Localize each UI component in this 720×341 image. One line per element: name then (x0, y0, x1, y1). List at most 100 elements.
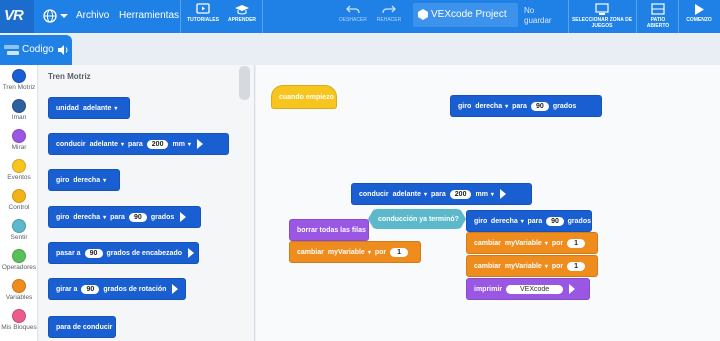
unit-dropdown[interactable]: mm (475, 191, 493, 198)
select-playground-button[interactable]: SELECCIONAR ZONA DE JUEGOS (570, 3, 634, 31)
vexcode-vr-app: VR Archivo Herramientas TUTORIALES APREN… (0, 0, 720, 341)
top-toolbar: VR Archivo Herramientas TUTORIALES APREN… (0, 0, 720, 33)
open-playground-button[interactable]: PATIO ABIERTO (640, 3, 676, 31)
value-input[interactable]: 1 (567, 238, 586, 248)
heading-input[interactable]: 90 (84, 248, 103, 258)
value-input[interactable]: 1 (390, 247, 409, 257)
block-text: giro (56, 213, 70, 221)
category-my-blocks[interactable]: Mis Bloques (0, 305, 38, 335)
block-text: por (374, 248, 387, 256)
palette-block-drive-for[interactable]: conducir adelante para 200 mm (48, 133, 229, 155)
category-operators[interactable]: Operadores (0, 245, 38, 275)
toolbar-divider (636, 0, 637, 33)
vr-logo: VR (0, 0, 34, 33)
block-text: pasar a (56, 249, 81, 257)
print-text-input[interactable]: VEXcode (506, 284, 564, 294)
category-magnet[interactable]: Iman (0, 95, 38, 125)
change-variable-block[interactable]: cambiar myVariable por 1 (289, 241, 421, 263)
block-text: cambiar (474, 239, 501, 247)
clear-all-rows-block[interactable]: borrar todas las filas (289, 219, 369, 241)
rotation-input[interactable]: 90 (81, 284, 100, 294)
print-block[interactable]: imprimir VEXcode (466, 278, 590, 300)
category-dot (12, 129, 26, 143)
turn-for-block[interactable]: giro derecha para 90 grados (450, 95, 602, 117)
category-control[interactable]: Control (0, 185, 38, 215)
change-variable-block[interactable]: cambiar myVariable por 1 (466, 232, 598, 254)
block-text: giro (474, 217, 488, 225)
category-drivetrain[interactable]: Tren Motriz (0, 65, 38, 95)
drive-for-block[interactable]: conducir adelante para 200 mm (351, 183, 532, 205)
block-text: para (527, 217, 543, 225)
value-input[interactable]: 1 (567, 261, 586, 271)
turn-direction-dropdown[interactable]: derecha (73, 214, 106, 221)
speaker-icon[interactable] (57, 44, 69, 56)
angle-input[interactable]: 90 (530, 101, 549, 111)
block-text: para (110, 213, 125, 221)
start-button[interactable]: COMENZO (680, 3, 718, 31)
wait-arrow-icon (569, 284, 576, 294)
category-dot (12, 309, 26, 323)
project-name-box[interactable]: VEXcode Project (413, 3, 518, 27)
turn-direction-dropdown[interactable]: derecha (475, 103, 508, 110)
when-started-block[interactable]: cuando empiezo (271, 85, 337, 109)
category-dot (12, 279, 26, 293)
palette-block-turn-to-heading[interactable]: pasar a 90 grados de encabezado (48, 242, 199, 264)
wait-arrow-icon (499, 189, 506, 199)
turn-direction-dropdown[interactable]: derecha (73, 177, 106, 184)
block-text: por (551, 239, 564, 247)
variable-dropdown[interactable]: myVariable (505, 240, 548, 247)
variable-dropdown[interactable]: myVariable (328, 249, 371, 256)
palette-block-stop-driving[interactable]: para de conducir (48, 316, 116, 338)
drive-is-done-block[interactable]: conducción ya terminó? (368, 209, 466, 229)
category-variables[interactable]: Variables (0, 275, 38, 305)
palette-block-turn-for[interactable]: giro derecha para 90 grados (48, 206, 201, 228)
variable-dropdown[interactable]: myVariable (505, 263, 548, 270)
save-status: No guardar (524, 6, 552, 25)
toolbar-divider (262, 0, 263, 33)
block-text: giro (56, 176, 70, 184)
direction-dropdown[interactable]: adelante (393, 191, 427, 198)
palette-block-turn-to-rotation[interactable]: girar a 90 grados de rotación (48, 278, 186, 300)
play-icon (695, 4, 704, 15)
redo-button[interactable]: REHACER (372, 3, 406, 31)
tutorials-button[interactable]: TUTORIALES (182, 3, 224, 31)
unit-dropdown[interactable]: mm (172, 141, 190, 148)
category-dot (12, 189, 26, 203)
distance-input[interactable]: 200 (449, 189, 472, 199)
code-blocks-icon (4, 45, 19, 55)
block-text: conducir (56, 140, 86, 148)
tab-code-label: Codigo (22, 44, 54, 55)
category-looks[interactable]: Mirar (0, 125, 38, 155)
palette-block-turn[interactable]: giro derecha (48, 169, 120, 191)
block-text: por (551, 262, 564, 270)
wait-arrow-icon (188, 248, 194, 258)
block-text: grados de rotación (103, 285, 167, 293)
language-globe-icon[interactable] (42, 8, 68, 24)
block-text: para de conducir (56, 323, 113, 331)
direction-dropdown[interactable]: adelante (90, 141, 124, 148)
block-text: cuando empiezo (279, 93, 334, 101)
change-variable-block[interactable]: cambiar myVariable por 1 (466, 255, 598, 277)
block-text: imprimir (474, 285, 503, 293)
angle-input[interactable]: 90 (545, 216, 564, 226)
category-dot (12, 219, 26, 233)
block-text: cambiar (474, 262, 501, 270)
category-menu: Tren Motriz Iman Mirar Eventos Control S… (0, 65, 38, 341)
direction-dropdown[interactable]: adelante (83, 105, 117, 112)
learn-button[interactable]: APRENDER (224, 3, 260, 31)
menu-tools[interactable]: Herramientas (119, 10, 179, 21)
distance-input[interactable]: 200 (146, 139, 169, 149)
tab-code[interactable]: Codigo (0, 35, 72, 65)
block-text: para (127, 140, 143, 148)
palette-block-drive-unit[interactable]: unidad adelante (48, 97, 130, 119)
block-palette: Tren Motriz unidad adelante conducir ade… (39, 65, 255, 341)
category-events[interactable]: Eventos (0, 155, 38, 185)
tab-row (0, 33, 720, 65)
palette-scrollbar[interactable] (239, 66, 250, 100)
turn-for-block[interactable]: giro derecha para 90 grados (466, 210, 592, 232)
undo-button[interactable]: DESHACER (336, 3, 370, 31)
turn-direction-dropdown[interactable]: derecha (491, 218, 524, 225)
angle-input[interactable]: 90 (128, 212, 147, 222)
category-sensing[interactable]: Sentir (0, 215, 38, 245)
menu-file[interactable]: Archivo (76, 10, 109, 21)
